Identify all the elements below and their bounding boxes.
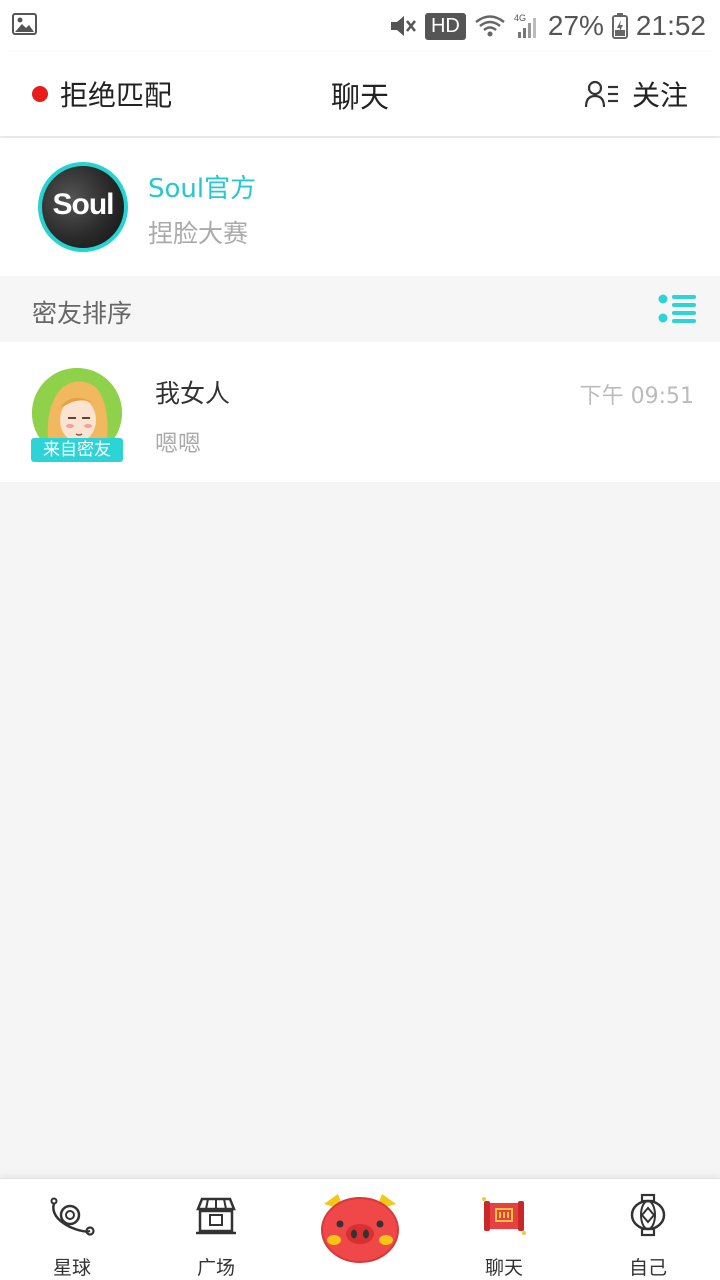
official-message: 捏脸大赛 [148,219,249,248]
lantern-icon [630,1193,666,1237]
sort-list-icon[interactable] [658,294,698,324]
nav-item-self[interactable]: 自己 [576,1179,720,1280]
nav-item-planet[interactable]: 星球 [0,1179,144,1280]
soul-logo-text: Soul [52,188,115,221]
close-friends-sort-section: 密友排序 [0,276,720,342]
nav-label-self: 自己 [628,1257,667,1279]
message-time: 下午 09:51 [579,384,694,409]
nav-label-plaza: 广场 [196,1257,235,1279]
nav-label-chat: 聊天 [484,1257,523,1279]
section-label: 密友排序 [32,299,133,328]
clock: 21:52 [635,10,706,41]
hd-badge: HD [424,12,466,40]
battery-icon [611,13,628,39]
nav-item-chat[interactable]: 聊天 [432,1179,576,1280]
official-name: Soul官方 [148,174,257,204]
plaza-icon [196,1197,236,1235]
nav-item-plaza[interactable]: 广场 [144,1179,288,1280]
wifi-icon [475,15,505,37]
contact-name: 我女人 [155,379,231,408]
pig-icon[interactable] [318,1192,402,1264]
status-icons: HD 4G 27% 21:52 [389,6,706,46]
chat-list-item[interactable]: 来自密友 我女人 嗯嗯 下午 09:51 [0,342,720,482]
planet-icon [50,1197,95,1236]
mute-icon [390,16,416,36]
gallery-icon [12,13,37,35]
follow-user-icon [584,80,618,108]
nav-label-planet: 星球 [52,1257,91,1279]
battery-percent: 27% [547,10,604,41]
network-type: 4G [514,13,526,23]
last-message: 嗯嗯 [155,431,201,457]
chat-header: 拒绝匹配 聊天 关注 [0,52,720,136]
follow-label: 关注 [631,79,688,112]
follow-button[interactable]: 关注 [584,74,688,114]
soul-official-avatar: Soul [38,162,128,252]
official-account-row[interactable]: Soul Soul官方 捏脸大赛 [0,138,720,276]
chat-scroll-icon [482,1197,526,1235]
signal-icon: 4G [514,13,536,38]
status-bar: HD 4G 27% 21:52 [0,0,720,52]
close-friend-badge: 来自密友 [31,438,123,462]
